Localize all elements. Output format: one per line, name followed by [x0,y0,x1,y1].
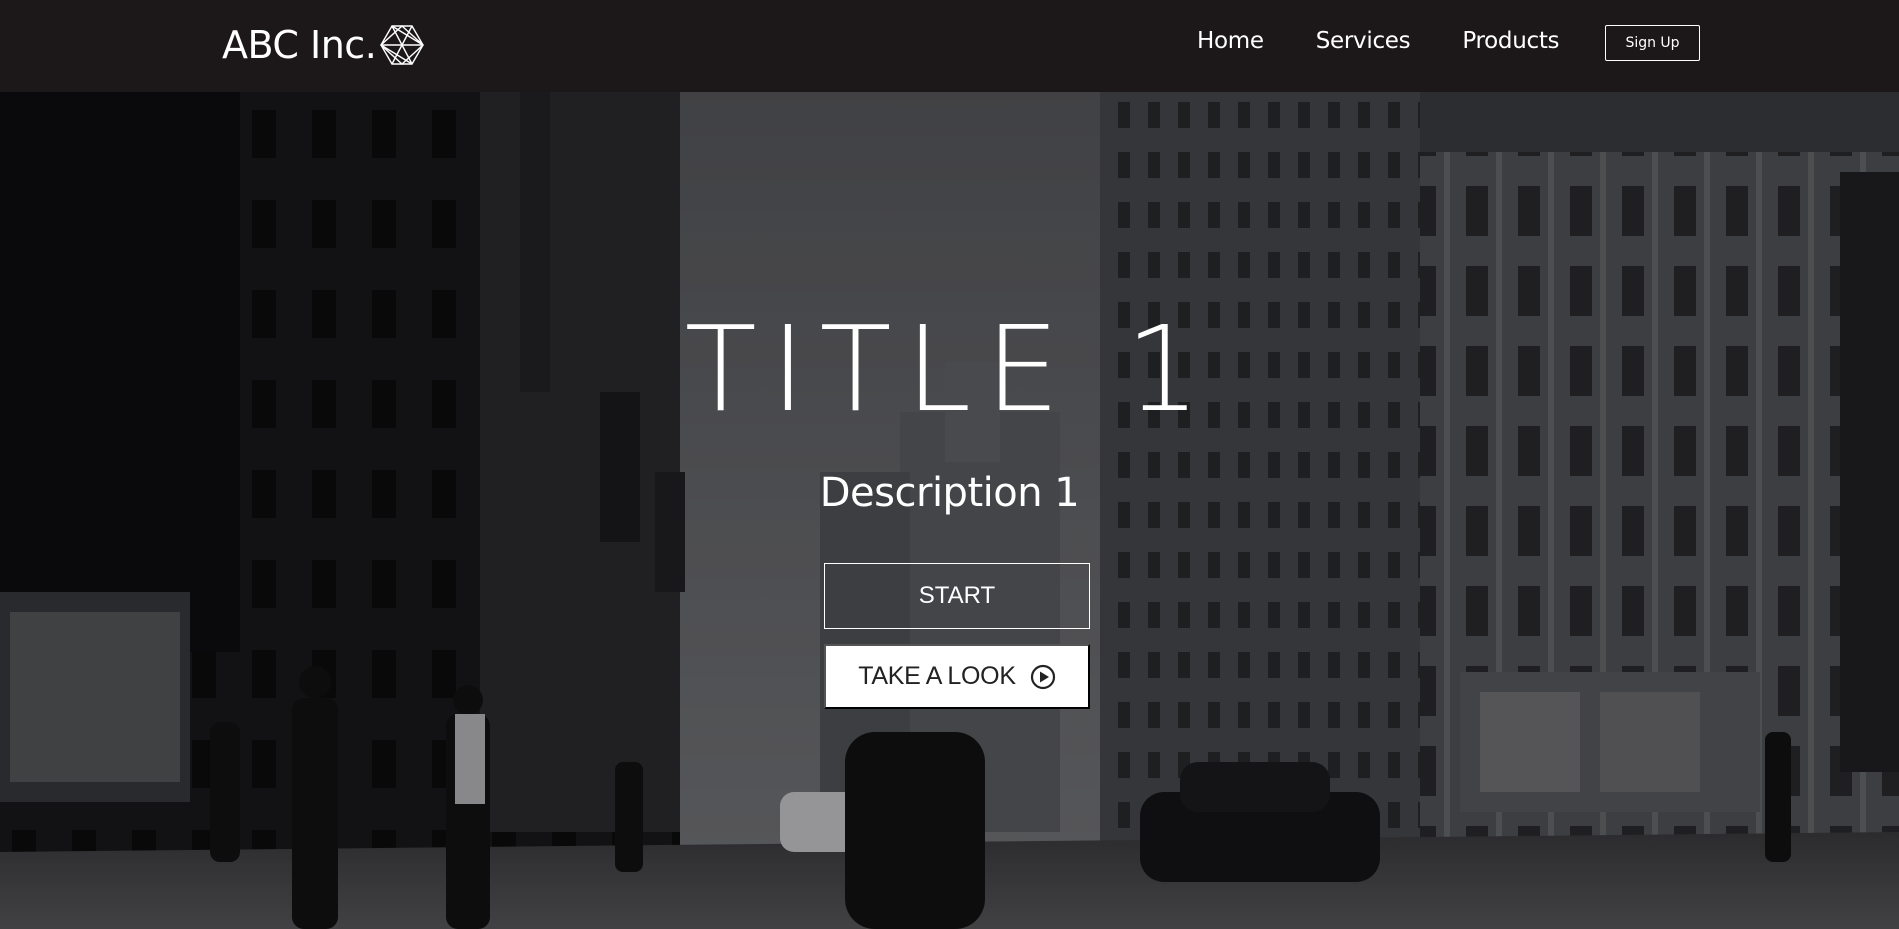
logo[interactable]: ABC Inc. [222,20,426,70]
logo-text: ABC Inc. [222,23,377,67]
hero-section: TITLE 1 Description 1 START TAKE A LOOK [0,92,1899,929]
hero-title: TITLE 1 [684,300,1215,438]
hero-description: Description 1 [819,470,1080,516]
start-button-label: START [918,582,996,609]
take-a-look-label: TAKE A LOOK [858,662,1016,690]
main-nav: Home Services Products [1197,28,1611,54]
take-a-look-button[interactable]: TAKE A LOOK [824,644,1090,709]
play-circle-icon [1030,664,1055,689]
start-button[interactable]: START [824,563,1090,629]
nav-products[interactable]: Products [1462,28,1559,54]
nav-home[interactable]: Home [1197,28,1264,54]
signup-button[interactable]: Sign Up [1605,25,1700,61]
nav-services[interactable]: Services [1316,28,1411,54]
polygon-wireframe-icon [380,25,425,65]
top-navbar: ABC Inc. Home Services Products Sign Up [0,0,1899,92]
